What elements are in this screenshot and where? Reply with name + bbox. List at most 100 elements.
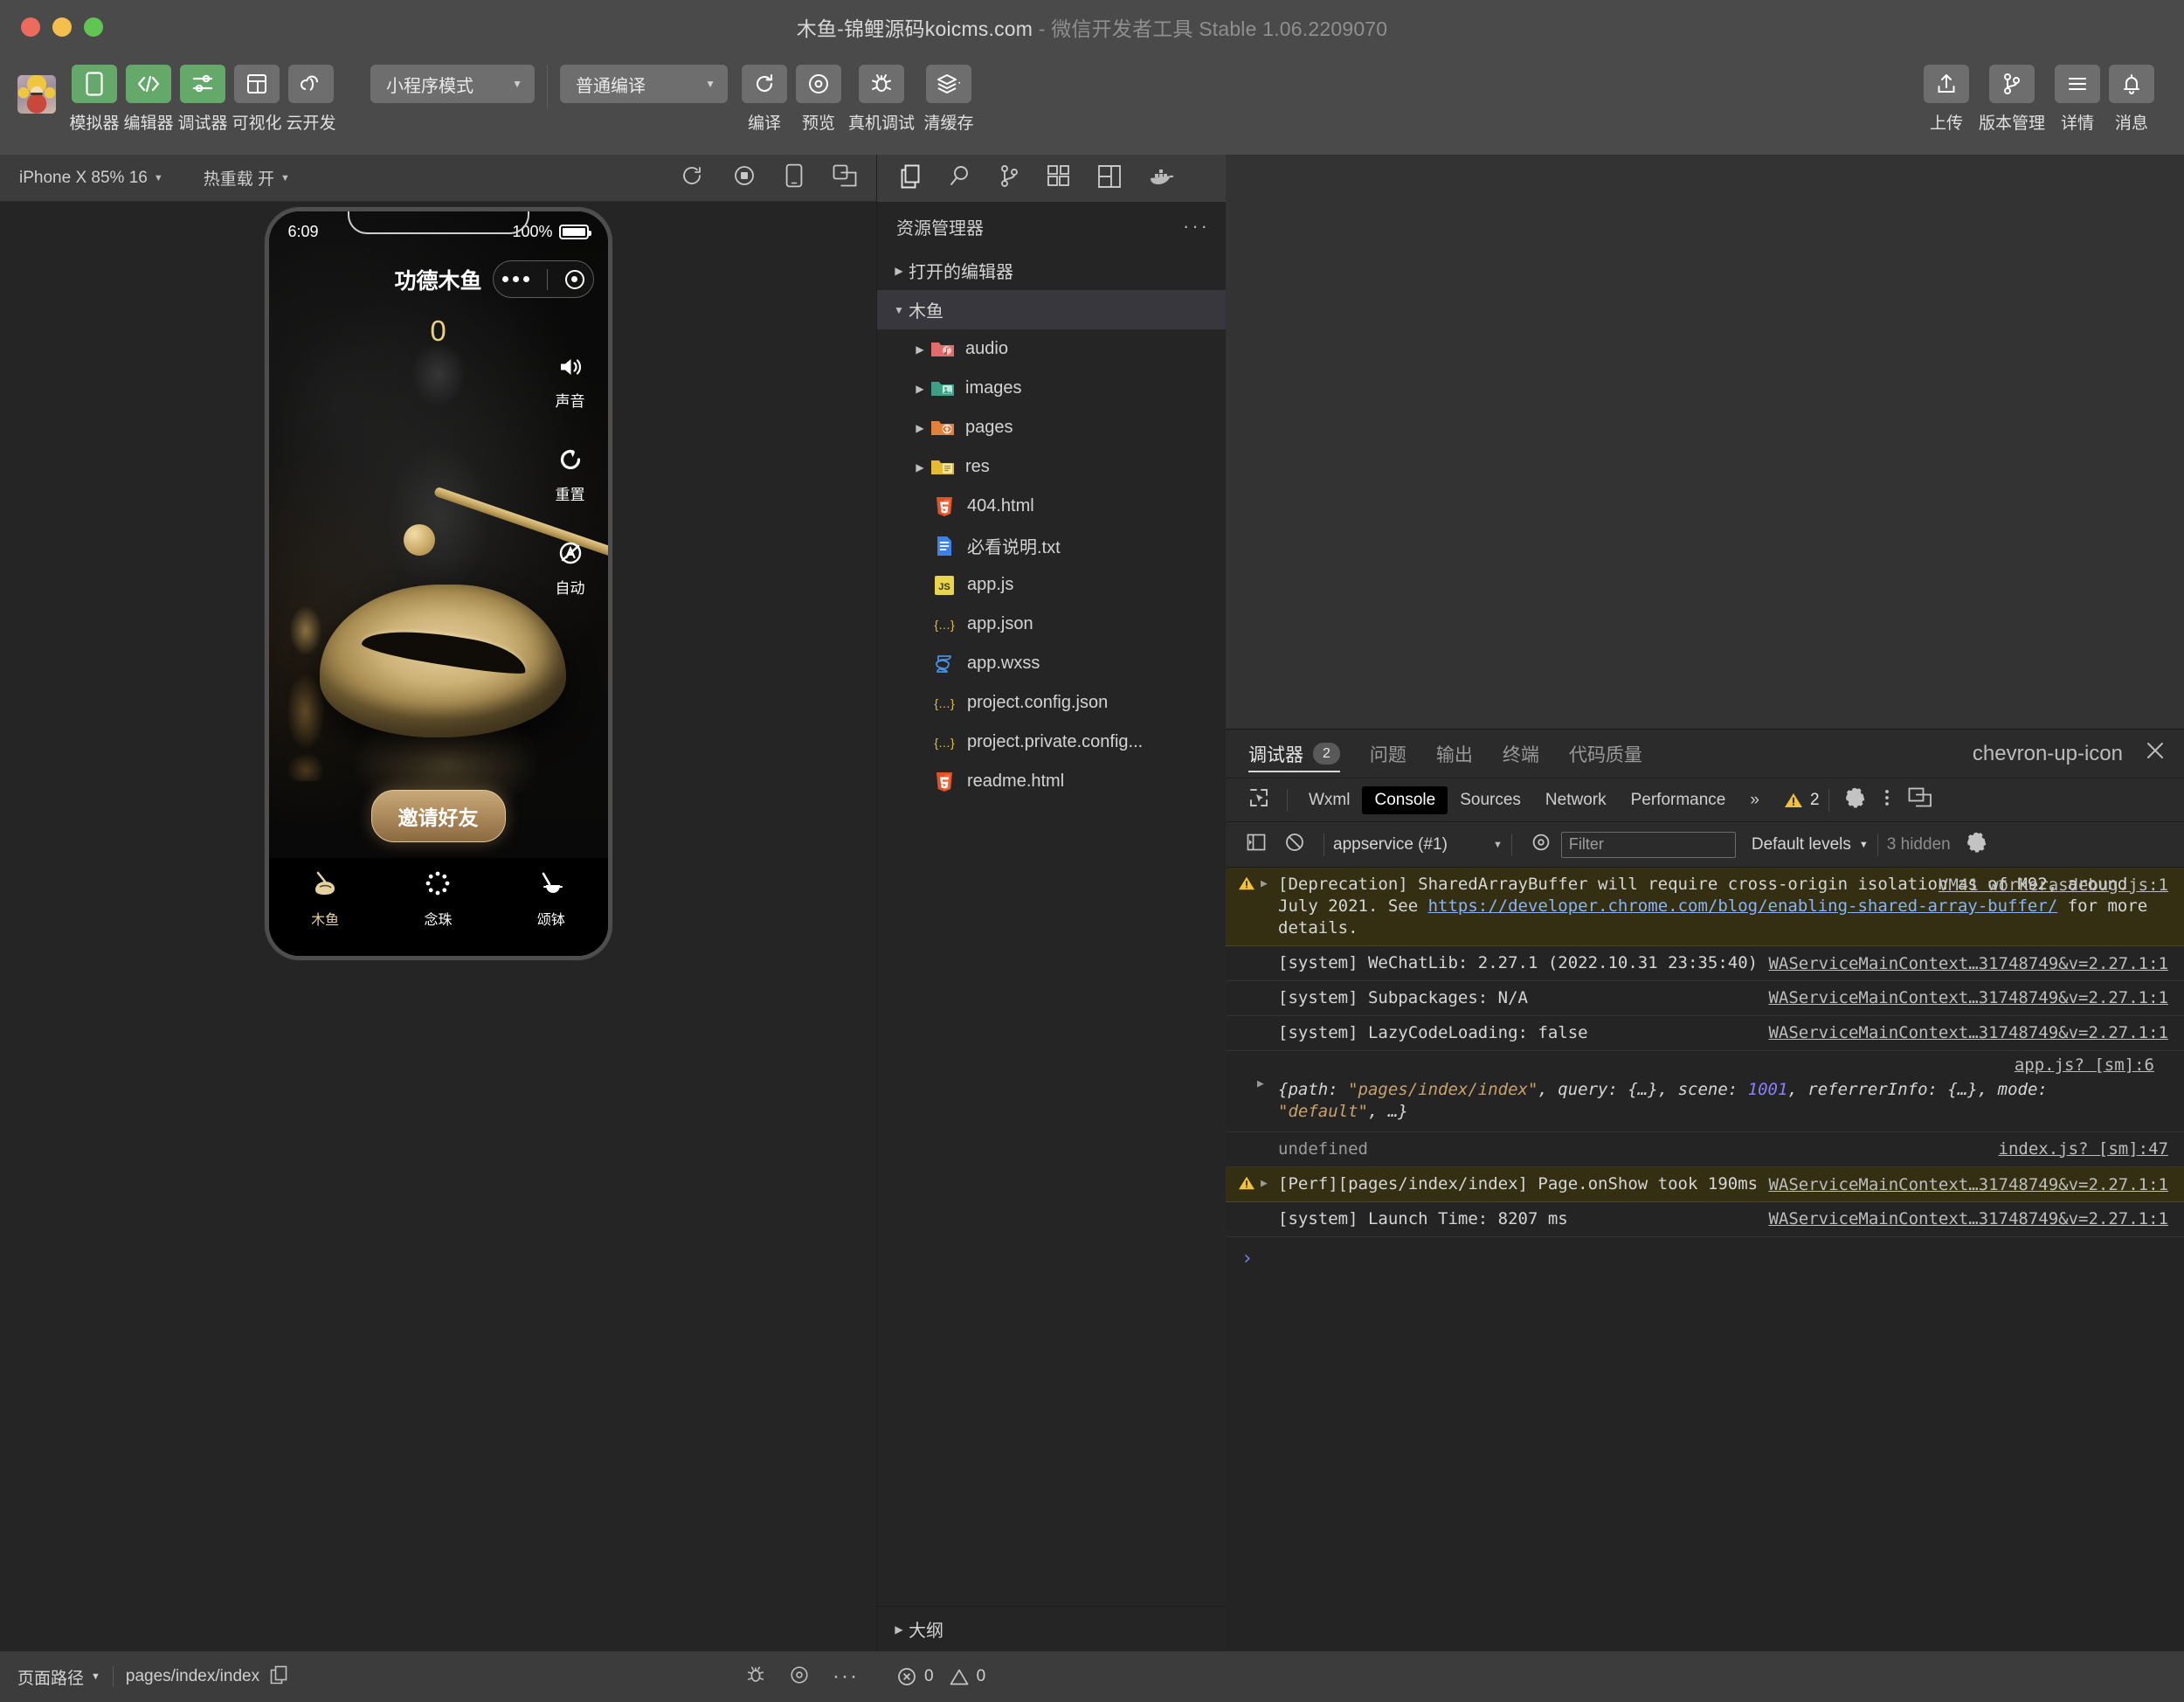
tab-network[interactable]: Network [1533, 786, 1619, 814]
toolbar-button-visualization[interactable]: 可视化 [232, 65, 282, 134]
panel-tab-problems[interactable]: 问题 [1370, 730, 1406, 778]
tab-singing-bowl[interactable]: 颂钵 [494, 870, 607, 929]
toolbar-button-messages[interactable]: 消息 [2107, 65, 2156, 134]
toolbar-button-upload[interactable]: 上传 [1922, 65, 1971, 134]
console-source-link[interactable]: WAServiceMainContext…31748749&v=2.27.1:1 [1768, 987, 2168, 1009]
toolbar-button-version-control[interactable]: 版本管理 [1976, 65, 2048, 134]
tab-prayer-beads[interactable]: 念珠 [382, 870, 494, 929]
tab-sources[interactable]: Sources [1448, 786, 1533, 814]
git-branch-icon[interactable] [998, 164, 1020, 193]
toolbar-button-editor[interactable]: 编辑器 [124, 65, 174, 134]
console-source-link[interactable]: WAServiceMainContext…31748749&v=2.27.1:1 [1768, 1022, 2168, 1044]
toolbar-button-compile[interactable]: 编译 [740, 65, 789, 134]
expand-arrow-icon[interactable]: ▶ [1261, 875, 1268, 893]
search-icon[interactable] [949, 164, 971, 193]
mode-select[interactable]: 小程序模式 ▼ [370, 65, 535, 103]
toolbar-button-simulator[interactable]: 模拟器 [70, 65, 120, 134]
tree-item-images[interactable]: ▶ images [877, 369, 1226, 408]
tree-item-audio[interactable]: ▶ audio [877, 329, 1226, 369]
hot-reload-select[interactable]: 热重载 开 ▼ [204, 166, 290, 190]
console-source-link[interactable]: WAServiceMainContext…31748749&v=2.27.1:1 [1768, 1174, 2168, 1196]
console-row-launchtime[interactable]: [system] Launch Time: 8207 ms WAServiceM… [1226, 1202, 2184, 1237]
bug-icon[interactable] [745, 1664, 766, 1690]
live-expression-icon[interactable] [1521, 833, 1561, 856]
console-source-link[interactable]: app.js? [sm]:6 [1278, 1055, 2154, 1076]
warning-count-indicator[interactable]: 2 [1784, 791, 1820, 810]
chevron-up-icon[interactable]: chevron-up-icon [1973, 742, 2123, 766]
console-input-prompt[interactable]: › [1226, 1237, 2184, 1280]
tree-item-appjs[interactable]: JS app.js [877, 565, 1226, 605]
more-icon[interactable] [501, 276, 529, 282]
wechat-capsule-menu[interactable] [492, 260, 594, 298]
tab-wooden-fish[interactable]: 木鱼 [269, 870, 382, 929]
sidebar-toggle-icon[interactable] [1238, 833, 1275, 856]
tree-item-projectprivateconfig[interactable]: {…} project.private.config... [877, 723, 1226, 762]
tree-item-404html[interactable]: 404.html [877, 487, 1226, 526]
extensions-icon[interactable] [1047, 164, 1071, 193]
toolbar-button-preview[interactable]: 预览 [794, 65, 843, 134]
console-context-select[interactable]: appservice (#1) ▼ [1333, 835, 1503, 854]
files-icon[interactable] [900, 164, 923, 193]
refresh-icon[interactable] [681, 164, 703, 191]
page-path-select[interactable]: 页面路径 ▼ [17, 1665, 100, 1689]
tree-section-open-editors[interactable]: ▶ 打开的编辑器 [877, 251, 1226, 290]
expand-arrow-icon[interactable]: ▶ [1257, 1076, 1264, 1093]
warning-count-indicator[interactable]: 0 [950, 1667, 985, 1686]
toolbar-button-cloud[interactable]: 云开发 [287, 65, 336, 134]
toolbar-button-realdevice-debug[interactable]: 真机调试 [848, 65, 915, 134]
record-icon[interactable] [733, 164, 756, 191]
multi-window-icon[interactable] [833, 164, 857, 191]
console-row-wechatlib[interactable]: [system] WeChatLib: 2.27.1 (2022.10.31 2… [1226, 946, 2184, 982]
console-row-launch-object[interactable]: ▶ app.js? [sm]:6 {path: "pages/index/ind… [1226, 1051, 2184, 1132]
console-output[interactable]: ▶ [Deprecation] SharedArrayBuffer will r… [1226, 868, 2184, 1651]
editor-area[interactable] [1226, 155, 2184, 729]
panel-tab-code-quality[interactable]: 代码质量 [1569, 730, 1642, 778]
more-tabs-icon[interactable]: » [1738, 786, 1772, 814]
side-action-reset[interactable]: 重置 [556, 447, 585, 504]
tree-item-readme-txt[interactable]: 必看说明.txt [877, 526, 1226, 565]
console-filter-input[interactable]: Filter [1560, 831, 1736, 858]
kebab-menu-icon[interactable] [1873, 787, 1901, 813]
console-row-subpackages[interactable]: [system] Subpackages: N/A WAServiceMainC… [1226, 981, 2184, 1017]
gear-icon[interactable] [1838, 787, 1873, 813]
gear-icon[interactable] [1966, 832, 1987, 857]
side-action-sound[interactable]: 声音 [556, 356, 585, 411]
tree-item-readmehtml[interactable]: readme.html [877, 762, 1226, 801]
tab-wxml[interactable]: Wxml [1296, 786, 1362, 814]
device-icon[interactable] [785, 163, 803, 192]
console-levels-select[interactable]: Default levels ▼ [1752, 835, 1869, 854]
toolbar-button-clear-cache[interactable]: 清缓存 [920, 65, 978, 134]
dock-side-icon[interactable] [1901, 787, 1939, 813]
close-mini-program-icon[interactable] [564, 269, 584, 289]
more-icon[interactable]: ··· [833, 1665, 859, 1687]
snippet-icon[interactable] [1097, 164, 1122, 193]
inspect-element-icon[interactable] [1240, 787, 1278, 813]
panel-tab-terminal[interactable]: 终端 [1503, 730, 1539, 778]
docker-icon[interactable] [1148, 166, 1174, 191]
tab-console[interactable]: Console [1362, 785, 1448, 814]
invite-friends-button[interactable]: 邀请好友 [370, 790, 506, 842]
tab-performance[interactable]: Performance [1619, 786, 1738, 814]
avatar[interactable] [17, 75, 56, 114]
copy-icon[interactable] [270, 1665, 287, 1689]
tree-item-pages[interactable]: ▶ pages [877, 408, 1226, 447]
console-source-link[interactable]: WAServiceMainContext…31748749&v=2.27.1:1 [1768, 1208, 2168, 1230]
expand-arrow-icon[interactable]: ▶ [1261, 1175, 1268, 1193]
console-row-undefined[interactable]: undefined index.js? [sm]:47 [1226, 1132, 2184, 1167]
tree-section-project[interactable]: ▼ 木鱼 [877, 290, 1226, 329]
console-row-deprecation[interactable]: ▶ [Deprecation] SharedArrayBuffer will r… [1226, 868, 2184, 947]
panel-tab-debugger[interactable]: 调试器 2 [1248, 730, 1340, 778]
eye-target-icon[interactable] [789, 1664, 810, 1690]
tree-item-appwxss[interactable]: app.wxss [877, 644, 1226, 683]
side-action-auto[interactable]: 自动 [556, 541, 585, 598]
compile-select[interactable]: 普通编译 ▼ [560, 65, 728, 103]
console-source-link[interactable]: VM41 workerasdebug.js:1 [1939, 875, 2168, 896]
panel-tab-output[interactable]: 输出 [1436, 730, 1473, 778]
explorer-more-icon[interactable]: ··· [1183, 215, 1210, 238]
console-msg-link[interactable]: https://developer.chrome.com/blog/enabli… [1428, 896, 2058, 916]
clear-console-icon[interactable] [1275, 833, 1315, 856]
console-row-lazycodeloading[interactable]: [system] LazyCodeLoading: false WAServic… [1226, 1016, 2184, 1052]
device-select[interactable]: iPhone X 85% 16 ▼ [19, 169, 163, 188]
close-icon[interactable] [2146, 741, 2165, 766]
outline-section[interactable]: ▶ 大纲 [877, 1606, 1226, 1651]
